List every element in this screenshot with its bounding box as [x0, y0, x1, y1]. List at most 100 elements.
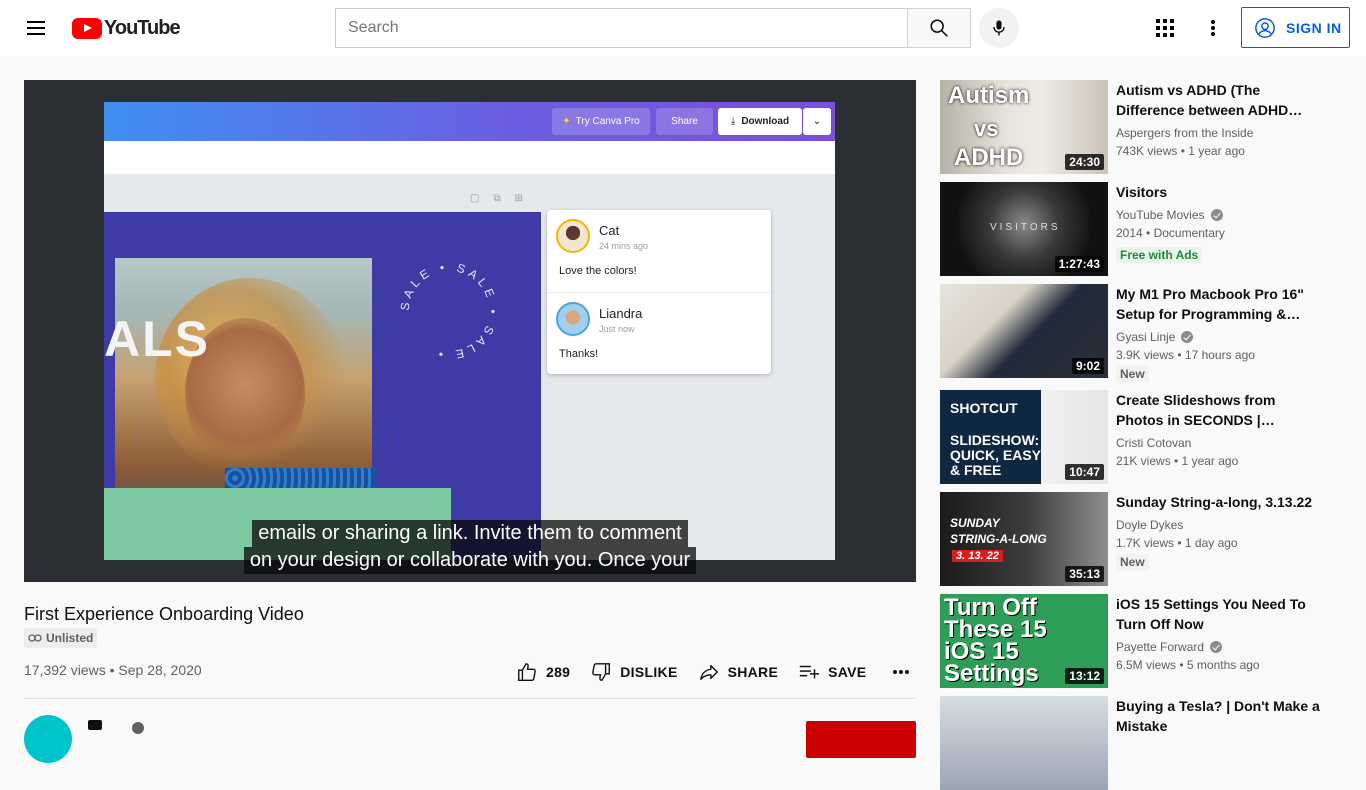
save-label: SAVE	[828, 664, 867, 680]
channel-avatar[interactable]	[24, 715, 72, 763]
canva-share-button: Share	[656, 108, 713, 135]
recommendation-channel[interactable]: Gyasi Linje	[1116, 330, 1194, 344]
recommendation-channel[interactable]: Doyle Dykes	[1116, 518, 1183, 532]
video-thumbnail[interactable]: 9:02	[940, 284, 1108, 378]
recommendation-title[interactable]: Visitors	[1116, 182, 1324, 202]
recommendation-item[interactable]: Autism vs ADHD 24:30 Autism vs ADHD (The…	[940, 80, 1342, 174]
comment-author: Liandra	[599, 306, 643, 321]
account-icon	[1255, 17, 1275, 38]
settings-more-button[interactable]	[1193, 8, 1233, 48]
caption-line: emails or sharing a link. Invite them to…	[252, 520, 688, 547]
visibility-label: Unlisted	[46, 631, 94, 645]
comment-text: Thanks!	[559, 348, 599, 360]
recommendation-item[interactable]: 9:02 My M1 Pro Macbook Pro 16" Setup for…	[940, 284, 1342, 382]
duration-badge: 24:30	[1065, 154, 1104, 170]
recommendation-title[interactable]: Buying a Tesla? | Don't Make a Mistake	[1116, 696, 1324, 736]
search-icon	[930, 19, 948, 37]
dislike-button[interactable]: DISLIKE	[590, 661, 677, 683]
duration-badge: 10:47	[1065, 464, 1104, 480]
view-count-date: 17,392 views • Sep 28, 2020	[24, 662, 202, 678]
recommendation-title[interactable]: Sunday String-a-long, 3.13.22	[1116, 492, 1324, 512]
sign-in-button[interactable]: SIGN IN	[1241, 7, 1350, 48]
avatar	[556, 302, 590, 336]
like-button[interactable]: 289	[516, 661, 570, 683]
verified-icon	[1210, 641, 1223, 653]
canva-toolbar	[104, 141, 835, 174]
channel-name[interactable]	[88, 720, 102, 730]
duration-badge: 35:13	[1065, 566, 1104, 582]
more-actions-button[interactable]	[892, 669, 918, 675]
logo-text: YouTube	[104, 16, 181, 39]
recommendation-title[interactable]: Create Slideshows from Photos in SECONDS…	[1116, 390, 1324, 430]
search-input[interactable]	[336, 9, 908, 47]
recommendation-meta: 21K views • 1 year ago	[1116, 454, 1239, 468]
video-thumbnail[interactable]: SHOTCUT SLIDESHOW: QUICK, EASY & FREE 10…	[940, 390, 1108, 484]
menu-icon[interactable]	[16, 8, 56, 48]
youtube-logo[interactable]: YouTube	[72, 16, 181, 39]
recommendation-meta: 1.7K views • 1 day ago	[1116, 536, 1238, 550]
caption-line: on your design or collaborate with you. …	[243, 547, 697, 574]
thumbs-up-icon	[518, 663, 536, 681]
canva-design: ALS SALE • SALE • SALE •	[104, 212, 541, 560]
search-button[interactable]	[907, 8, 971, 48]
video-thumbnail[interactable]: SUNDAY STRING-A-LONG 3. 13. 22 35:13	[940, 492, 1108, 586]
recommendation-item[interactable]: SUNDAY STRING-A-LONG 3. 13. 22 35:13 Sun…	[940, 492, 1342, 586]
top-bar: YouTube SIGN IN	[0, 0, 1366, 56]
comment-item: Liandra Just now Thanks!	[547, 292, 771, 374]
playlist-add-icon	[799, 665, 820, 679]
recommendation-channel[interactable]: Cristi Cotovan	[1116, 436, 1191, 450]
recommendation-channel[interactable]: YouTube Movies	[1116, 208, 1223, 222]
share-label: SHARE	[727, 664, 779, 680]
recommendation-item[interactable]: Turn Off These 15 iOS 15 Settings 13:12 …	[940, 594, 1342, 688]
share-button[interactable]: SHARE	[698, 661, 779, 683]
unlisted-badge: Unlisted	[24, 628, 98, 648]
apps-button[interactable]	[1145, 8, 1185, 48]
canva-editor-frame: ✦ Try Canva Pro Share ⤓ Download ⌄ ▢ ⧉ ⊞ ALS…	[104, 102, 835, 560]
share-icon	[699, 664, 718, 681]
sign-in-label: SIGN IN	[1286, 19, 1342, 36]
dislike-label: DISLIKE	[620, 664, 678, 680]
link-icon	[28, 634, 42, 642]
youtube-play-icon	[72, 17, 102, 39]
recommendation-item[interactable]: SHOTCUT SLIDESHOW: QUICK, EASY & FREE 10…	[940, 390, 1342, 484]
video-player[interactable]: ✦ Try Canva Pro Share ⤓ Download ⌄ ▢ ⧉ ⊞ ALS…	[24, 80, 916, 582]
video-title: First Experience Onboarding Video	[24, 604, 304, 624]
recommendation-title[interactable]: iOS 15 Settings You Need To Turn Off Now	[1116, 594, 1324, 634]
thumbs-down-icon	[592, 663, 611, 681]
new-badge: New	[1116, 366, 1149, 382]
like-count: 289	[546, 664, 571, 680]
avatar	[556, 219, 590, 253]
subscribe-button[interactable]	[806, 721, 916, 758]
search-box	[335, 8, 908, 48]
recommendation-item[interactable]: VISITORS 1:27:43 Visitors YouTube Movies…	[940, 182, 1342, 276]
try-canva-pro-button: ✦ Try Canva Pro	[552, 108, 650, 135]
note-icon: ▢	[470, 193, 480, 204]
recommendation-channel[interactable]: Payette Forward	[1116, 640, 1223, 654]
recommendation-title[interactable]: Autism vs ADHD (The Difference between A…	[1116, 80, 1324, 120]
recommendation-title[interactable]: My M1 Pro Macbook Pro 16" Setup for Prog…	[1116, 284, 1324, 324]
add-page-icon: ⊞	[514, 193, 523, 204]
video-thumbnail[interactable]: VISITORS 1:27:43	[940, 182, 1108, 276]
canva-page-tools: ▢ ⧉ ⊞	[470, 193, 523, 204]
canva-download-button: ⤓ Download	[718, 108, 802, 135]
comment-time: Just now	[599, 324, 635, 334]
recommendation-channel[interactable]: Aspergers from the Inside	[1116, 126, 1253, 140]
comment-item: Cat 24 mins ago Love the colors!	[547, 210, 771, 292]
duration-badge: 9:02	[1071, 358, 1104, 374]
voice-search-button[interactable]	[979, 8, 1019, 48]
sale-ring-graphic: SALE • SALE • SALE •	[398, 260, 496, 362]
microphone-icon	[993, 20, 1005, 36]
video-thumbnail[interactable]: Autism vs ADHD 24:30	[940, 80, 1108, 174]
video-thumbnail[interactable]	[940, 696, 1108, 790]
video-thumbnail[interactable]: Turn Off These 15 iOS 15 Settings 13:12	[940, 594, 1108, 688]
new-badge: New	[1116, 554, 1149, 570]
free-with-ads-badge: Free with Ads	[1116, 247, 1203, 263]
recommendation-meta: 2014 • Documentary	[1116, 226, 1225, 240]
recommendation-item[interactable]: Buying a Tesla? | Don't Make a Mistake	[940, 696, 1342, 790]
comment-time: 24 mins ago	[599, 241, 649, 251]
recommendation-meta: 6.5M views • 5 months ago	[1116, 658, 1260, 672]
verified-icon	[1210, 209, 1223, 221]
canva-header: ✦ Try Canva Pro Share ⤓ Download ⌄	[104, 102, 835, 141]
save-button[interactable]: SAVE	[798, 661, 866, 683]
divider	[24, 698, 916, 699]
